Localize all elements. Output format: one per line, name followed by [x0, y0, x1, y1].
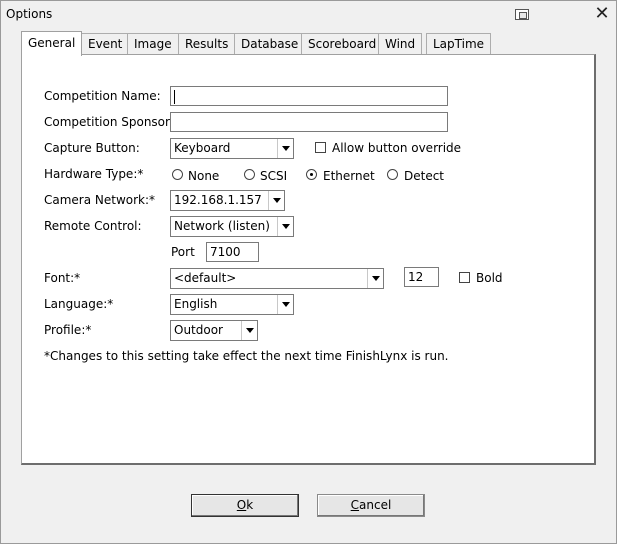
window-title: Options	[6, 7, 53, 21]
chevron-down-icon[interactable]	[277, 295, 293, 314]
remote-control-label: Remote Control:	[44, 219, 142, 233]
chevron-down-icon[interactable]	[277, 139, 293, 158]
font-value: <default>	[174, 271, 237, 285]
hardware-radio-detect[interactable]	[387, 169, 398, 180]
competition-sponsor-input[interactable]	[170, 112, 448, 132]
chevron-down-icon[interactable]	[277, 217, 293, 236]
chevron-down-icon[interactable]	[367, 269, 383, 288]
hardware-option-none: None	[188, 169, 220, 183]
profile-label: Profile:*	[44, 323, 92, 337]
hardware-radio-scsi[interactable]	[244, 169, 255, 180]
window-mode-icon[interactable]	[515, 9, 529, 20]
tab-results[interactable]: Results	[178, 33, 236, 55]
cancel-label: ancel	[359, 498, 392, 512]
camera-network-select[interactable]: 192.168.1.157	[170, 190, 285, 211]
capture-button-select[interactable]: Keyboard	[170, 138, 294, 159]
text-caret	[174, 89, 175, 104]
competition-sponsor-label: Competition Sponsor:	[44, 115, 174, 129]
cancel-button[interactable]: Cancel	[317, 494, 425, 517]
allow-override-label: Allow button override	[332, 141, 462, 155]
font-size-input[interactable]: 12	[404, 267, 439, 287]
tab-scoreboard[interactable]: Scoreboard	[301, 33, 384, 55]
port-input[interactable]: 7100	[206, 242, 259, 262]
allow-override-checkbox[interactable]	[315, 142, 326, 153]
remote-control-value: Network (listen)	[174, 219, 270, 233]
camera-network-value: 192.168.1.157	[174, 193, 262, 207]
bold-label: Bold	[476, 271, 503, 285]
bold-checkbox[interactable]	[459, 272, 470, 283]
competition-name-label: Competition Name:	[44, 89, 161, 103]
close-icon[interactable]: ✕	[593, 5, 611, 23]
ok-label: k	[246, 498, 254, 512]
tab-database[interactable]: Database	[234, 33, 306, 55]
ok-mnemonic: O	[236, 498, 247, 512]
tab-wind[interactable]: Wind	[378, 33, 423, 55]
ok-button[interactable]: Ok	[191, 494, 299, 517]
options-dialog: Options ✕ General Event Image Results Da…	[0, 0, 617, 544]
tab-image[interactable]: Image	[127, 33, 179, 55]
cancel-mnemonic: C	[350, 498, 360, 512]
competition-name-input[interactable]	[170, 86, 448, 106]
title-bar: Options ✕	[1, 1, 616, 29]
profile-value: Outdoor	[174, 323, 223, 337]
font-size-value: 12	[408, 270, 424, 284]
language-value: English	[174, 297, 218, 311]
tab-general[interactable]: General	[21, 31, 83, 56]
remote-control-select[interactable]: Network (listen)	[170, 216, 294, 237]
chevron-down-icon[interactable]	[268, 191, 284, 210]
hardware-option-ethernet: Ethernet	[323, 169, 375, 183]
port-label: Port	[171, 245, 195, 259]
hardware-type-label: Hardware Type:*	[44, 167, 144, 181]
tab-laptime[interactable]: LapTime	[426, 33, 492, 55]
chevron-down-icon[interactable]	[241, 321, 257, 340]
font-label: Font:*	[44, 271, 81, 285]
capture-button-label: Capture Button:	[44, 141, 140, 155]
tab-event[interactable]: Event	[81, 33, 130, 55]
hardware-radio-ethernet[interactable]	[306, 169, 317, 180]
capture-button-value: Keyboard	[174, 141, 231, 155]
font-select[interactable]: <default>	[170, 268, 384, 289]
language-label: Language:*	[44, 297, 114, 311]
hardware-option-scsi: SCSI	[260, 169, 288, 183]
language-select[interactable]: English	[170, 294, 294, 315]
restart-note: *Changes to this setting take effect the…	[44, 349, 449, 363]
profile-select[interactable]: Outdoor	[170, 320, 258, 341]
camera-network-label: Camera Network:*	[44, 193, 156, 207]
hardware-option-detect: Detect	[404, 169, 445, 183]
port-value: 7100	[210, 245, 241, 259]
hardware-radio-none[interactable]	[172, 169, 183, 180]
